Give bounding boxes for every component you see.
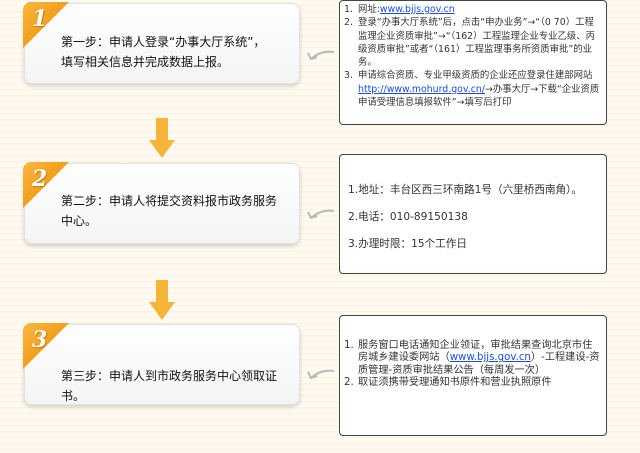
step-2-line1: 第二步：申请人将提交资料报市政务服务 xyxy=(61,194,278,208)
bjjs-website-link[interactable]: www.bjjs.gov.cn xyxy=(380,4,455,15)
step-3-line1: 第三步：申请人到市政务服务中心领取证书。 xyxy=(61,369,278,403)
info1-item-2: 2. 登录“办事大厅系统”后，点击“申办业务”→“（0 70）工程监理企业资质审… xyxy=(344,17,596,69)
step-3-number: 3 xyxy=(32,327,48,353)
step-2-card: 2 第二步：申请人将提交资料报市政务服务 中心。 xyxy=(23,162,300,244)
bjjs-website-link[interactable]: www.bjjs.gov.cn xyxy=(450,352,531,363)
down-arrow-icon xyxy=(149,118,175,158)
step-1-line1: 第一步：申请人登录“办事大厅系统”， xyxy=(61,35,266,49)
curved-arrow-icon xyxy=(307,369,335,380)
info1-item-3: 3. 申请综合资质、专业甲级资质的企业还应登录住建部网站http://www.m… xyxy=(344,70,600,109)
curved-arrow-icon xyxy=(307,50,335,61)
step-1-card: 1 第一步：申请人登录“办事大厅系统”， 填写相关信息并完成数据上报。 xyxy=(23,2,300,84)
step-2-number: 2 xyxy=(32,166,48,192)
info2-item-3: 3.办理时限：15个工作日 xyxy=(348,238,467,250)
info2-item-1: 1.地址：丰台区西三环南路1号（六里桥西南角）。 xyxy=(348,184,583,196)
step-2-info-box: 1.地址：丰台区西三环南路1号（六里桥西南角）。 2.电话：010-891501… xyxy=(339,154,607,274)
step-1-line2: 填写相关信息并完成数据上报。 xyxy=(61,55,230,69)
step-3-info-box: 1. 服务窗口电话通知企业领证，审批结果查询北京市住房城乡建设委网站（www.b… xyxy=(339,315,607,436)
info3-item-2: 2. 取证须携带受理通知书原件和营业执照原件 xyxy=(344,377,552,389)
step-2-line2: 中心。 xyxy=(61,214,98,228)
info2-item-2: 2.电话：010-89150138 xyxy=(348,211,468,223)
step-1-number: 1 xyxy=(32,6,48,32)
info1-item-1: 1. 网址:www.bjjs.gov.cn xyxy=(344,4,455,15)
step-3-card: 3 第三步：申请人到市政务服务中心领取证书。 xyxy=(23,323,300,405)
info3-item-1: 1. 服务窗口电话通知企业领证，审批结果查询北京市住房城乡建设委网站（www.b… xyxy=(344,340,600,376)
step-1-info-box: 1. 网址:www.bjjs.gov.cn 2. 登录“办事大厅系统”后，点击“… xyxy=(339,0,607,125)
down-arrow-icon xyxy=(149,280,175,320)
curved-arrow-icon xyxy=(307,209,335,220)
mohurd-website-link[interactable]: http://www.mohurd.gov.cn/ xyxy=(358,84,485,95)
